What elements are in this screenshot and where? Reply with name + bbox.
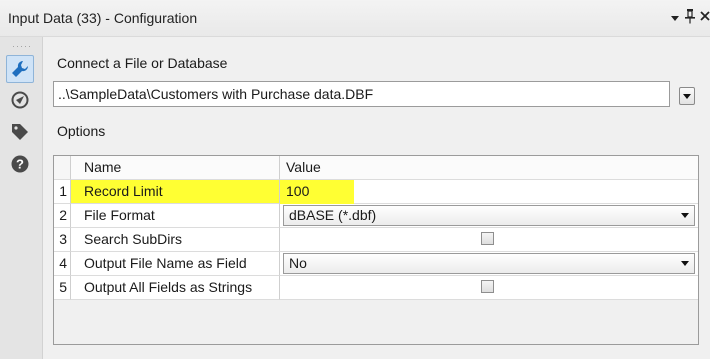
close-icon[interactable] [700, 10, 710, 25]
row-number: 5 [54, 276, 71, 300]
file-path-input[interactable]: ..\SampleData\Customers with Purchase da… [53, 81, 670, 107]
header-num-cell [54, 156, 71, 180]
output-file-name-value: No [289, 255, 307, 271]
file-format-value: dBASE (*.dbf) [289, 207, 377, 223]
search-subdirs-label: Search SubDirs [71, 228, 280, 252]
navigate-icon[interactable] [7, 87, 33, 113]
connect-label: Connect a File or Database [57, 55, 228, 71]
title-bar: Input Data (33) - Configuration [0, 0, 710, 37]
tag-icon[interactable] [7, 119, 33, 145]
record-limit-input[interactable]: 100 [280, 180, 354, 204]
header-value: Value [280, 156, 698, 180]
options-label: Options [57, 123, 106, 139]
header-name: Name [71, 156, 280, 180]
table-row: 3 Search SubDirs [54, 228, 698, 252]
output-all-strings-label: Output All Fields as Strings [71, 276, 280, 300]
chevron-down-icon [681, 261, 689, 266]
grid-header-row: Name Value [54, 156, 698, 181]
window-menu-dropdown-icon[interactable] [670, 10, 680, 25]
row-number: 2 [54, 204, 71, 228]
output-file-name-label: Output File Name as Field [71, 252, 280, 276]
output-all-strings-checkbox[interactable] [481, 280, 494, 293]
wrench-icon[interactable] [6, 55, 34, 83]
record-limit-label: Record Limit [71, 180, 280, 204]
options-grid: Name Value 1 Record Limit 100 2 File For… [53, 155, 699, 345]
file-format-select[interactable]: dBASE (*.dbf) [283, 205, 695, 226]
window-title: Input Data (33) - Configuration [8, 10, 198, 26]
file-browse-dropdown-button[interactable] [679, 87, 695, 105]
row-number: 1 [54, 180, 71, 204]
help-icon[interactable]: ? [7, 151, 33, 177]
grip-handle-icon[interactable]: ····· [12, 42, 32, 51]
pin-icon[interactable] [684, 8, 696, 27]
file-format-label: File Format [71, 204, 280, 228]
output-file-name-select[interactable]: No [283, 253, 695, 274]
table-row: 4 Output File Name as Field No [54, 252, 698, 276]
table-row: 5 Output All Fields as Strings [54, 276, 698, 300]
chevron-down-icon [683, 93, 691, 99]
row-number: 4 [54, 252, 71, 276]
search-subdirs-checkbox[interactable] [481, 232, 494, 245]
configuration-panel: Connect a File or Database ..\SampleData… [43, 37, 710, 359]
table-row: 1 Record Limit 100 [54, 180, 698, 204]
sidebar: ····· ? [0, 37, 43, 359]
svg-text:?: ? [16, 157, 24, 172]
chevron-down-icon [681, 213, 689, 218]
table-row: 2 File Format dBASE (*.dbf) [54, 204, 698, 228]
row-number: 3 [54, 228, 71, 252]
